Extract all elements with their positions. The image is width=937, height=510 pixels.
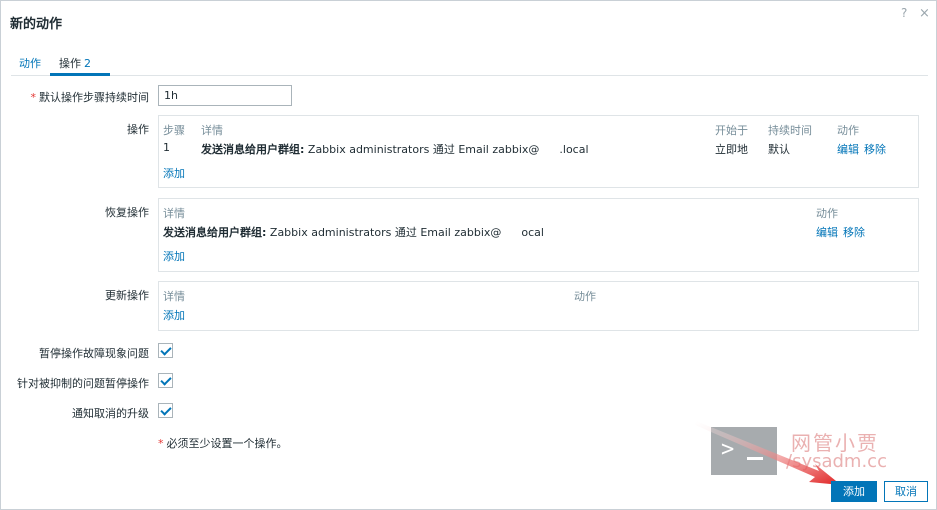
op-start-in: 立即地 — [715, 143, 748, 156]
op-details-tail: .local — [559, 143, 589, 156]
active-tab-indicator — [50, 73, 110, 76]
default-duration-label: * 默认操作步骤持续时间 — [1, 89, 150, 105]
cancel-button[interactable]: 取消 — [884, 481, 928, 502]
default-duration-label-text: 默认操作步骤持续时间 — [39, 91, 149, 104]
col-details: 详情 — [163, 207, 185, 220]
required-note: * 必须至少设置一个操作。 — [158, 435, 288, 451]
op-add-link[interactable]: 添加 — [163, 165, 185, 181]
col-action: 动作 — [837, 124, 859, 137]
tab-actions[interactable]: 动作 — [19, 55, 41, 71]
operations-table: 步骤 详情 开始于 持续时间 动作 1 发送消息给用户群组: Zabbix ad… — [158, 115, 919, 188]
pause-symptoms-label: 暂停操作故障现象问题 — [39, 347, 149, 360]
tab-bar: 动作 操作 2 — [11, 49, 928, 76]
op-remove-link[interactable]: 移除 — [864, 141, 886, 157]
close-icon[interactable]: × — [919, 6, 930, 21]
dialog-title: 新的动作 — [10, 17, 63, 32]
recovery-details: 发送消息给用户群组: Zabbix administrators 通过 Emai… — [163, 224, 544, 240]
update-add-link[interactable]: 添加 — [163, 307, 185, 323]
pause-symptoms-checkbox[interactable] — [158, 343, 173, 358]
col-action: 动作 — [574, 290, 596, 303]
operations-label: 操作 — [127, 123, 149, 136]
update-label: 更新操作 — [105, 289, 149, 302]
pause-suppressed-checkbox[interactable] — [158, 373, 173, 388]
col-start-in: 开始于 — [715, 124, 748, 137]
tab-operations-count: 2 — [84, 57, 91, 70]
recovery-table: 详情 动作 发送消息给用户群组: Zabbix administrators 通… — [158, 198, 919, 272]
red-arrow-icon — [695, 421, 841, 485]
col-details: 详情 — [201, 124, 223, 137]
op-duration: 默认 — [768, 143, 790, 156]
recovery-details-tail: ocal — [521, 226, 544, 239]
op-step: 1 — [163, 141, 170, 154]
op-details: 发送消息给用户群组: Zabbix administrators 通过 Emai… — [201, 141, 589, 157]
tab-operations[interactable]: 操作 2 — [59, 55, 91, 71]
required-marker: * — [158, 437, 164, 450]
pause-suppressed-label: 针对被抑制的问题暂停操作 — [17, 377, 149, 390]
recovery-label: 恢复操作 — [105, 206, 149, 219]
required-note-text: 必须至少设置一个操作。 — [166, 437, 288, 450]
recovery-add-link[interactable]: 添加 — [163, 248, 185, 264]
recovery-remove-link[interactable]: 移除 — [843, 224, 865, 240]
recovery-details-rest: Zabbix administrators 通过 Email zabbix@ — [266, 226, 502, 239]
default-duration-input[interactable] — [158, 85, 292, 106]
notify-cancelled-label: 通知取消的升级 — [72, 407, 149, 420]
recovery-details-bold: 发送消息给用户群组: — [163, 226, 267, 239]
op-details-bold: 发送消息给用户群组: — [201, 143, 305, 156]
notify-cancelled-checkbox[interactable] — [158, 403, 173, 418]
required-marker: * — [30, 91, 37, 104]
add-button[interactable]: 添加 — [831, 481, 877, 502]
recovery-edit-link[interactable]: 编辑 — [816, 224, 838, 240]
update-table: 详情 动作 添加 — [158, 281, 919, 331]
op-details-rest: Zabbix administrators 通过 Email zabbix@ — [304, 143, 540, 156]
op-edit-link[interactable]: 编辑 — [837, 141, 859, 157]
help-icon[interactable]: ? — [901, 6, 907, 20]
new-action-dialog: 新的动作 ? × 动作 操作2 *默认操作步骤持续时间 操作 步骤 详情 开始于… — [0, 0, 937, 510]
col-steps: 步骤 — [163, 124, 185, 137]
col-action: 动作 — [816, 207, 838, 220]
col-details: 详情 — [163, 290, 185, 303]
col-duration: 持续时间 — [768, 124, 812, 137]
tab-operations-label: 操作 — [59, 57, 81, 70]
